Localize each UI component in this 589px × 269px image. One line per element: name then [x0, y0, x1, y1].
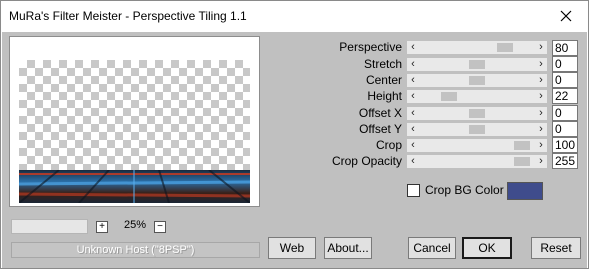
window-title: MuRa's Filter Meister - Perspective Tili…	[9, 9, 247, 23]
slider-thumb[interactable]	[469, 76, 485, 85]
value-offset-x[interactable]: 0	[552, 105, 578, 121]
slider-right-arrow-icon[interactable]: ›	[535, 74, 547, 87]
slider-offset-y[interactable]: ‹ ›	[407, 123, 547, 136]
slider-thumb[interactable]	[514, 157, 530, 166]
slider-right-arrow-icon[interactable]: ›	[535, 107, 547, 120]
slider-right-arrow-icon[interactable]: ›	[535, 90, 547, 103]
slider-offset-x[interactable]: ‹ ›	[407, 107, 547, 120]
about-button[interactable]: About...	[324, 237, 372, 259]
crop-bg-checkbox[interactable]	[407, 184, 420, 197]
slider-right-arrow-icon[interactable]: ›	[535, 41, 547, 54]
slider-thumb[interactable]	[469, 109, 485, 118]
cancel-button[interactable]: Cancel	[408, 237, 456, 259]
value-center[interactable]: 0	[552, 72, 578, 88]
dialog-window: MuRa's Filter Meister - Perspective Tili…	[0, 0, 589, 269]
slider-right-arrow-icon[interactable]: ›	[535, 123, 547, 136]
slider-left-arrow-icon[interactable]: ‹	[407, 123, 419, 136]
preview-tiled-floor	[19, 170, 250, 203]
zoom-in-button[interactable]: +	[96, 221, 108, 233]
slider-thumb[interactable]	[469, 125, 485, 134]
slider-stretch[interactable]: ‹ ›	[407, 58, 547, 71]
value-crop-opacity[interactable]: 255	[552, 153, 578, 169]
value-offset-y[interactable]: 0	[552, 121, 578, 137]
reset-button[interactable]: Reset	[531, 237, 581, 259]
slider-center[interactable]: ‹ ›	[407, 74, 547, 87]
slider-crop[interactable]: ‹ ›	[407, 139, 547, 152]
title-bar[interactable]: MuRa's Filter Meister - Perspective Tili…	[1, 1, 588, 31]
slider-left-arrow-icon[interactable]: ‹	[407, 58, 419, 71]
param-label-stretch: Stretch	[363, 57, 402, 71]
param-label-offset-y: Offset Y	[359, 122, 402, 136]
param-label-offset-x: Offset X	[358, 106, 402, 120]
progress-bar	[11, 219, 88, 234]
param-label-height: Height	[367, 89, 402, 103]
slider-height[interactable]: ‹ ›	[407, 90, 547, 103]
crop-bg-label: Crop BG Color	[425, 183, 504, 197]
slider-perspective[interactable]: ‹ ›	[407, 41, 547, 54]
slider-left-arrow-icon[interactable]: ‹	[407, 155, 419, 168]
close-button[interactable]	[544, 1, 588, 31]
slider-thumb[interactable]	[497, 43, 513, 52]
close-icon	[560, 10, 572, 22]
slider-left-arrow-icon[interactable]: ‹	[407, 74, 419, 87]
param-label-crop-opacity: Crop Opacity	[331, 154, 402, 168]
host-status: Unknown Host ("8PSP")	[11, 242, 260, 258]
param-label-crop: Crop	[375, 138, 402, 152]
slider-right-arrow-icon[interactable]: ›	[535, 58, 547, 71]
preview-image[interactable]	[19, 60, 250, 203]
preview-panel	[9, 36, 260, 207]
slider-thumb[interactable]	[469, 60, 485, 69]
slider-left-arrow-icon[interactable]: ‹	[407, 107, 419, 120]
value-perspective[interactable]: 80	[552, 40, 578, 56]
slider-left-arrow-icon[interactable]: ‹	[407, 139, 419, 152]
web-button[interactable]: Web	[268, 237, 316, 259]
zoom-out-button[interactable]: −	[154, 221, 166, 233]
param-label-center: Center	[365, 73, 402, 87]
slider-left-arrow-icon[interactable]: ‹	[407, 90, 419, 103]
slider-right-arrow-icon[interactable]: ›	[535, 139, 547, 152]
value-crop[interactable]: 100	[552, 137, 578, 153]
param-label-perspective: Perspective	[339, 40, 402, 54]
slider-right-arrow-icon[interactable]: ›	[535, 155, 547, 168]
dialog-client-area: + 25% − Unknown Host ("8PSP") Perspectiv…	[2, 32, 587, 268]
slider-thumb[interactable]	[441, 92, 457, 101]
crop-bg-color-swatch[interactable]	[507, 182, 543, 200]
ok-button[interactable]: OK	[462, 237, 512, 259]
value-height[interactable]: 22	[552, 88, 578, 104]
zoom-level: 25%	[123, 219, 147, 231]
slider-left-arrow-icon[interactable]: ‹	[407, 41, 419, 54]
slider-crop-opacity[interactable]: ‹ ›	[407, 155, 547, 168]
slider-thumb[interactable]	[514, 141, 530, 150]
value-stretch[interactable]: 0	[552, 56, 578, 72]
